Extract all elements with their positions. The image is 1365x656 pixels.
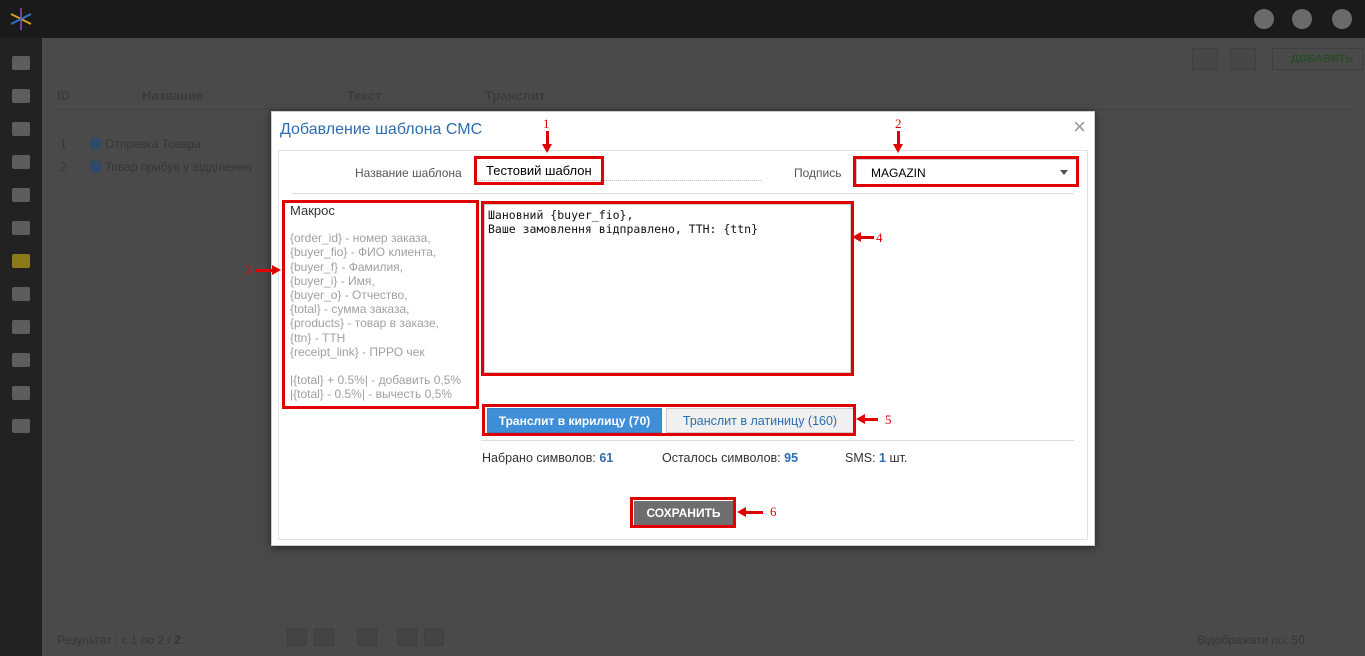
annotation-arrow (745, 511, 763, 514)
annotation-box (474, 156, 604, 185)
table-row-id: 2 (60, 160, 67, 174)
remaining-value: 95 (784, 451, 799, 465)
table-row[interactable]: Отправка Товара (90, 137, 201, 151)
annotation-number: 4 (876, 230, 883, 245)
table-row[interactable]: Товар прибув у відділення (90, 160, 252, 174)
annotation-arrow (893, 144, 903, 153)
sidebar-tag-icon[interactable] (12, 221, 30, 235)
annotation-number: 2 (895, 116, 902, 131)
bell-icon[interactable] (1292, 9, 1312, 29)
table-row-name: Товар прибув у відділення (105, 160, 252, 174)
search-icon[interactable] (1192, 48, 1218, 70)
sidebar-gift-icon[interactable] (12, 386, 30, 400)
sidebar-box-icon[interactable] (12, 188, 30, 202)
annotation-box (481, 201, 854, 376)
app-logo-icon[interactable] (8, 6, 34, 32)
sidebar (0, 38, 42, 656)
annotation-number: 5 (885, 412, 892, 427)
checkbox-icon[interactable] (90, 161, 101, 172)
sidebar-sliders-icon[interactable] (12, 320, 30, 334)
signature-label: Подпись (794, 166, 842, 180)
result-summary: Результат : с 1 по 2 / 2 (57, 633, 181, 647)
annotation-arrow (546, 131, 549, 145)
page-number[interactable] (357, 628, 377, 646)
table-row-id: 1 (60, 137, 67, 151)
sidebar-chart-icon[interactable] (12, 287, 30, 301)
modal-title: Добавление шаблона СМС (280, 121, 483, 138)
typed-label: Набрано символов: (482, 451, 596, 465)
sms-value: 1 (879, 451, 886, 465)
next-page-button[interactable] (397, 628, 417, 646)
sms-label: SMS: (845, 451, 876, 465)
per-page-value[interactable]: 50 (1291, 633, 1304, 647)
column-header-text[interactable]: Текст (347, 88, 381, 103)
per-page-label: Відображати по: (1197, 633, 1289, 647)
sms-count: SMS: 1 шт. (845, 451, 907, 465)
sidebar-bank-icon[interactable] (12, 155, 30, 169)
column-header-id[interactable]: ID (57, 88, 70, 103)
column-header-translit[interactable]: Транслит (485, 88, 545, 103)
template-name-label: Название шаблона (355, 166, 462, 180)
sidebar-users-icon[interactable] (12, 122, 30, 136)
typed-count: Набрано символов: 61 (482, 451, 613, 465)
annotation-arrow (255, 269, 273, 272)
table-divider (54, 109, 1354, 110)
gear-icon[interactable] (1230, 48, 1256, 70)
annotation-arrow (272, 265, 281, 275)
sms-unit: шт. (889, 451, 908, 465)
per-page-control[interactable]: Відображати по: 50 (1197, 633, 1305, 647)
sidebar-list-icon[interactable] (12, 89, 30, 103)
annotation-box (853, 156, 1079, 187)
top-bar (0, 0, 1365, 38)
annotation-box (282, 200, 479, 409)
remaining-count: Осталось символов: 95 (662, 451, 798, 465)
add-button[interactable]: ДОБАВИТЬ (1272, 48, 1364, 70)
settings-icon[interactable] (1332, 9, 1352, 29)
column-header-name[interactable]: Название (142, 88, 203, 103)
sidebar-monitor-icon[interactable] (12, 56, 30, 70)
annotation-arrow (542, 144, 552, 153)
annotation-box (630, 497, 736, 528)
prev-page-button[interactable] (314, 628, 334, 646)
annotation-box (482, 404, 856, 436)
result-total: 2 (174, 633, 181, 647)
last-page-button[interactable] (424, 628, 444, 646)
sidebar-megaphone-icon[interactable] (12, 254, 30, 268)
form-divider (292, 193, 1074, 194)
typed-value: 61 (599, 451, 614, 465)
annotation-arrow (860, 236, 874, 239)
table-row-name: Отправка Товара (105, 137, 201, 151)
close-icon[interactable]: × (1073, 116, 1086, 138)
user-icon[interactable] (1254, 9, 1274, 29)
checkbox-icon[interactable] (90, 138, 101, 149)
stats-divider (481, 440, 1074, 441)
first-page-button[interactable] (287, 628, 307, 646)
annotation-number: 1 (543, 116, 550, 131)
result-text: Результат : с 1 по 2 / (57, 633, 171, 647)
sidebar-info-icon[interactable] (12, 353, 30, 367)
sidebar-link-icon[interactable] (12, 419, 30, 433)
annotation-arrow (897, 131, 900, 145)
annotation-arrow (864, 418, 878, 421)
annotation-number: 3 (245, 262, 252, 277)
remaining-label: Осталось символов: (662, 451, 781, 465)
annotation-number: 6 (770, 504, 777, 519)
